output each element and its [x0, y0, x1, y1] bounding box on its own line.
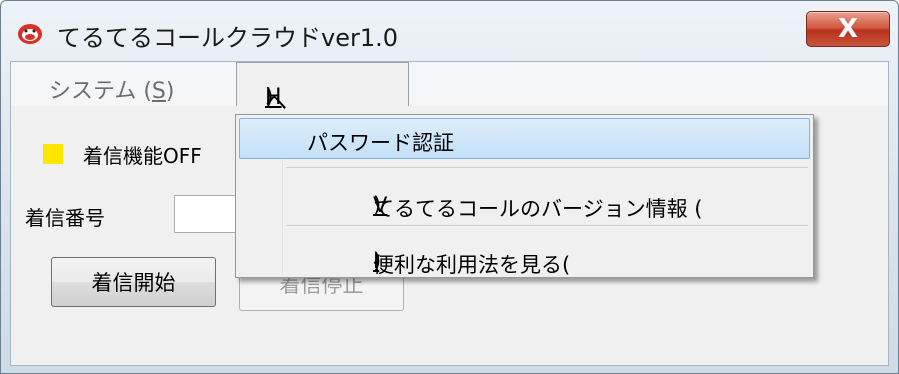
menu-bar: システム (S) ヘルプ (H) — [11, 62, 888, 206]
status-text: 着信機能OFF — [83, 144, 202, 168]
menu-help[interactable]: ヘルプ (H) — [236, 62, 409, 206]
app-icon — [18, 24, 42, 44]
help-dropdown-menu: パスワード認証 てるてるコールのバージョン情報 (V) 便利な利用法を見る(I) — [235, 114, 814, 278]
number-input[interactable] — [174, 195, 240, 233]
menu-item-usage-tips[interactable]: 便利な利用法を見る(I) — [239, 233, 810, 277]
menu-system[interactable]: システム (S) — [49, 73, 174, 105]
menu-separator — [286, 225, 808, 226]
menu-item-version-info[interactable]: てるてるコールのバージョン情報 (V) — [239, 177, 810, 221]
window-title: てるてるコールクラウドver1.0 — [57, 24, 399, 52]
menu-separator — [286, 167, 808, 168]
close-icon: X — [837, 14, 859, 44]
number-label: 着信番号 — [25, 206, 105, 230]
title-bar[interactable]: てるてるコールクラウドver1.0 X — [1, 1, 898, 61]
menu-item-password-auth[interactable]: パスワード認証 — [239, 118, 810, 159]
status-indicator — [43, 144, 63, 164]
close-button[interactable]: X — [806, 11, 890, 47]
start-button[interactable]: 着信開始 — [51, 257, 216, 307]
app-window: てるてるコールクラウドver1.0 X システム (S) ヘルプ (H) 着信機… — [0, 0, 899, 374]
